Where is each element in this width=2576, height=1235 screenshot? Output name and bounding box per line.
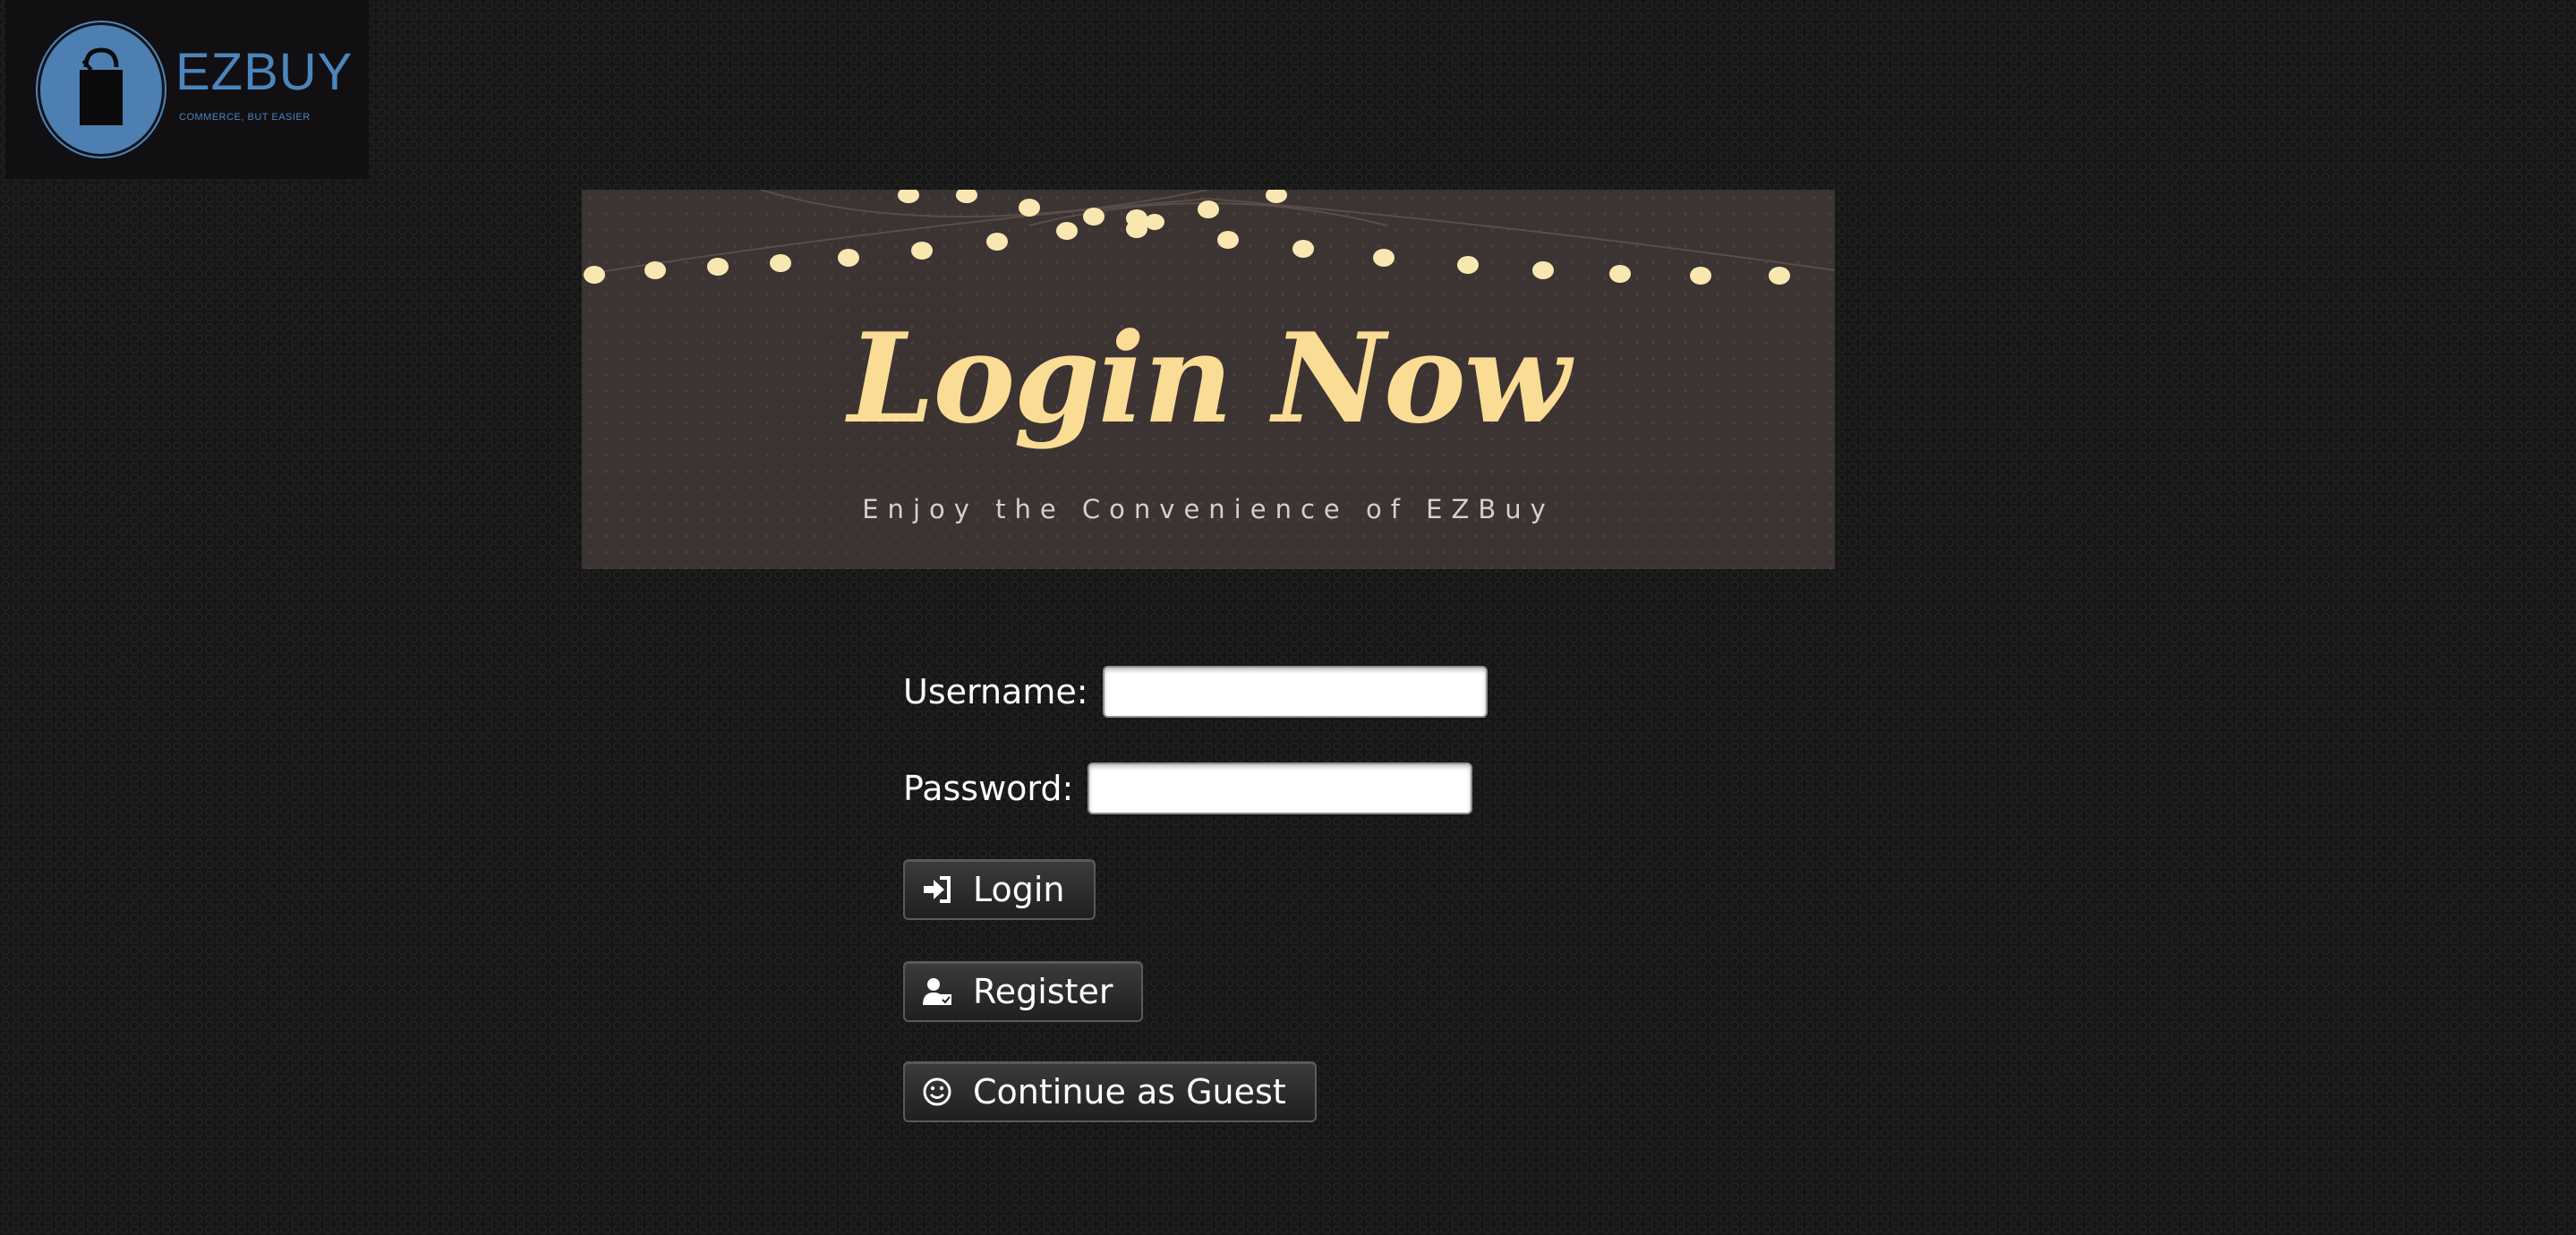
username-row: Username: <box>903 666 1488 718</box>
continue-as-guest-button[interactable]: Continue as Guest <box>903 1061 1317 1122</box>
register-button-label: Register <box>973 972 1113 1011</box>
smile-icon <box>921 1076 953 1108</box>
shopping-bag-icon <box>36 21 166 158</box>
banner-subtitle: Enjoy the Convenience of EZBuy <box>862 494 1555 524</box>
password-row: Password: <box>903 762 1473 814</box>
username-input[interactable] <box>1102 666 1488 718</box>
username-label: Username: <box>903 672 1088 711</box>
login-banner: Login Now Enjoy the Convenience of EZBuy <box>582 190 1835 569</box>
sign-in-icon <box>921 873 953 906</box>
ezbuy-logo[interactable]: EZBUY COMMERCE, BUT EASIER <box>5 0 369 179</box>
logo-tagline: COMMERCE, BUT EASIER <box>179 112 311 123</box>
banner-title: Login Now <box>848 305 1570 451</box>
login-button[interactable]: Login <box>903 859 1096 920</box>
guest-button-label: Continue as Guest <box>973 1072 1286 1112</box>
register-button[interactable]: Register <box>903 961 1144 1022</box>
login-button-label: Login <box>973 870 1065 909</box>
logo-name: EZBUY <box>175 43 354 101</box>
password-input[interactable] <box>1088 762 1473 814</box>
user-register-icon <box>921 975 953 1008</box>
password-label: Password: <box>903 769 1074 808</box>
